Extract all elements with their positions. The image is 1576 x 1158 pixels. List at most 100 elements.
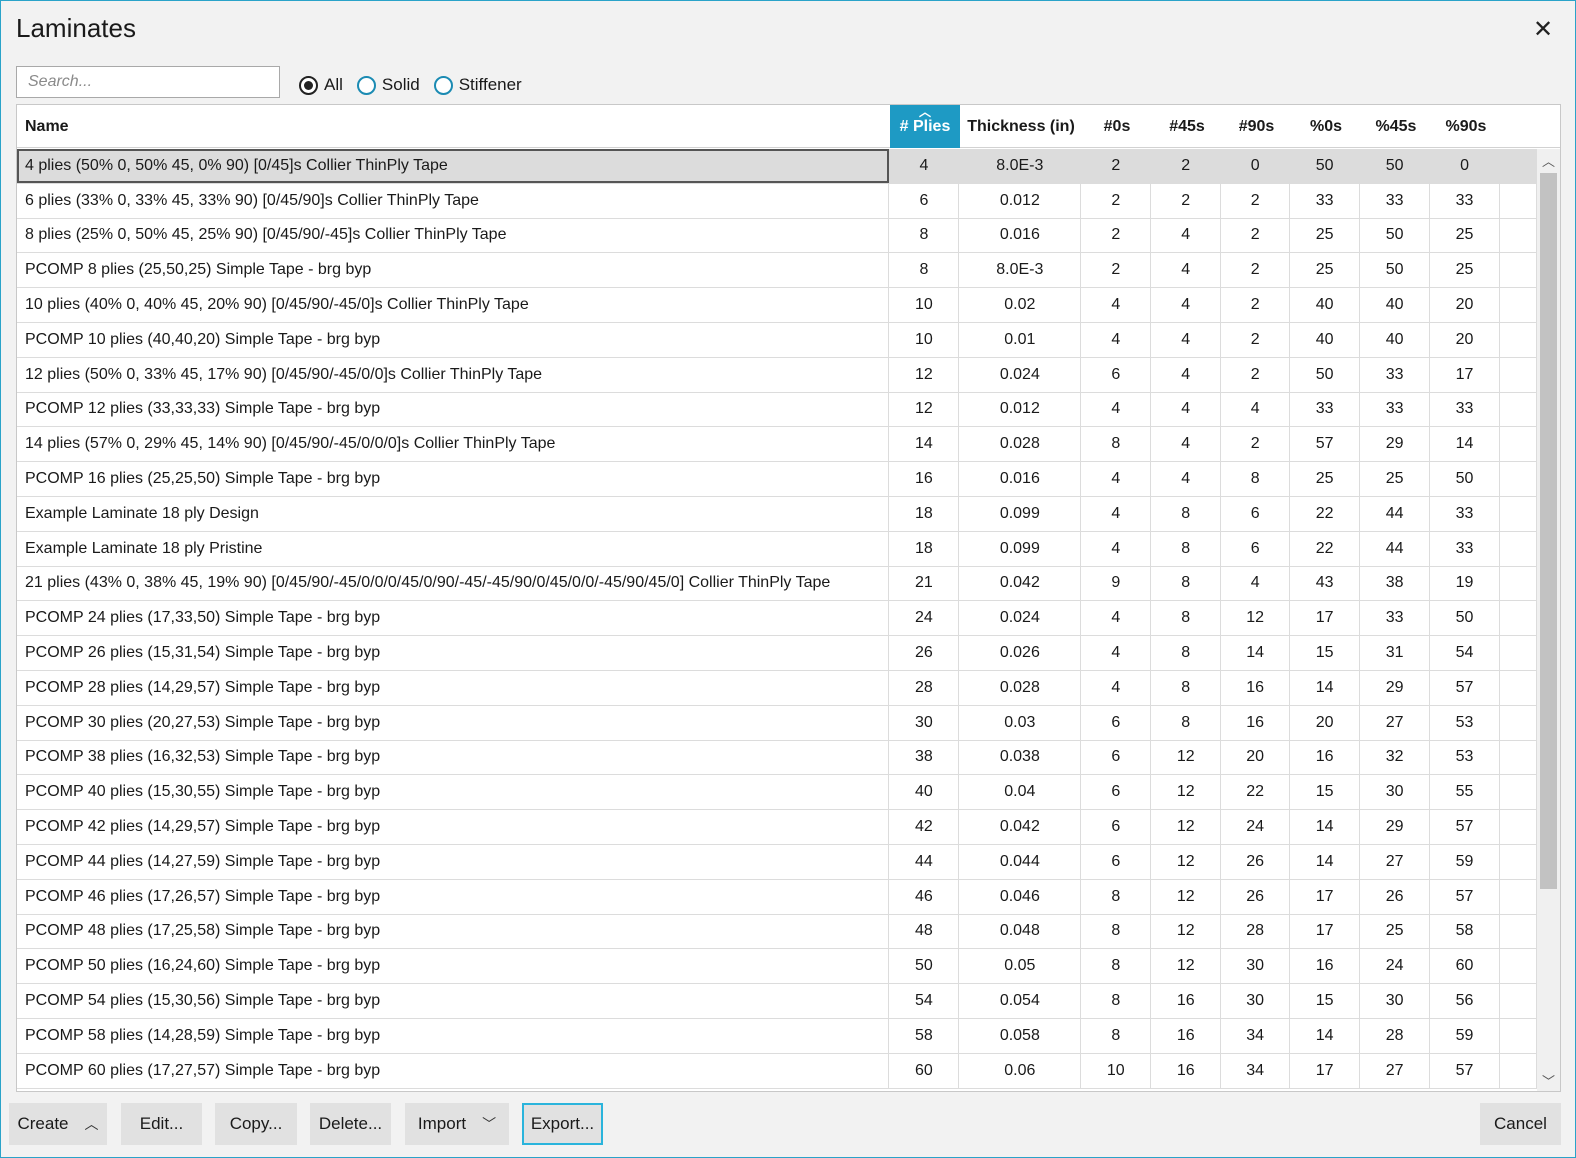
cell-filler (1500, 531, 1537, 566)
cell-num-90s: 34 (1221, 1053, 1291, 1088)
scrollbar-thumb[interactable] (1540, 173, 1557, 889)
column-header-num-90s[interactable]: #90s (1222, 105, 1291, 148)
cell-filler (1500, 775, 1537, 810)
table-row[interactable]: Example Laminate 18 ply Design 18 0.099 4 8 6… (17, 496, 1537, 532)
copy-button[interactable]: Copy... (215, 1103, 297, 1145)
cell-pct-45s: 32 (1360, 740, 1431, 775)
column-header-num-0s[interactable]: #0s (1082, 105, 1152, 148)
table-row[interactable]: PCOMP 42 plies (14,29,57) Simple Tape - … (17, 810, 1537, 845)
cell-num-45s: 8 (1151, 636, 1222, 670)
table-row[interactable]: PCOMP 44 plies (14,27,59) Simple Tape - … (17, 844, 1537, 880)
search-input[interactable] (16, 66, 280, 98)
table-row[interactable]: PCOMP 28 plies (14,29,57) Simple Tape - … (17, 670, 1537, 706)
close-icon: ✕ (1532, 15, 1554, 43)
cell-num-45s: 12 (1151, 810, 1222, 844)
cell-num-0s: 4 (1081, 288, 1152, 322)
table-row[interactable]: PCOMP 26 plies (15,31,54) Simple Tape - … (17, 636, 1537, 671)
table-row[interactable]: PCOMP 8 plies (25,50,25) Simple Tape - b… (17, 253, 1537, 289)
cell-pct-90s: 57 (1430, 1053, 1501, 1088)
table-row[interactable]: PCOMP 58 plies (14,28,59) Simple Tape - … (17, 1018, 1537, 1054)
table-row[interactable]: PCOMP 12 plies (33,33,33) Simple Tape - … (17, 392, 1537, 428)
cell-filler (1500, 844, 1537, 879)
export-button[interactable]: Export... (522, 1103, 603, 1145)
cell-pct-45s: 26 (1360, 879, 1431, 914)
radio-unchecked-icon (433, 75, 453, 95)
delete-button[interactable]: Delete... (310, 1103, 391, 1145)
cell-num-0s: 2 (1081, 183, 1152, 218)
cell-pct-0s: 14 (1290, 1018, 1361, 1053)
filter-solid-radio[interactable]: Solid (356, 75, 420, 95)
table-row[interactable]: PCOMP 50 plies (16,24,60) Simple Tape - … (17, 949, 1537, 985)
create-button-label: Create (17, 1114, 69, 1133)
table-row[interactable]: 14 plies (57% 0, 29% 45, 14% 90) [0/45/9… (17, 427, 1537, 463)
chevron-down-icon[interactable]: ﹀ (1537, 1069, 1560, 1091)
table-row[interactable]: PCOMP 38 plies (16,32,53) Simple Tape - … (17, 740, 1537, 776)
cell-pct-90s: 0 (1430, 149, 1501, 183)
cell-num-45s: 4 (1151, 322, 1222, 357)
cell-num-45s: 8 (1151, 601, 1222, 636)
cell-plies: 38 (889, 740, 960, 775)
cell-pct-90s: 59 (1430, 844, 1501, 879)
cell-filler (1500, 462, 1537, 496)
cell-plies: 40 (889, 775, 960, 810)
cell-name: PCOMP 24 plies (17,33,50) Simple Tape - … (17, 601, 890, 636)
column-header-num-45s[interactable]: #45s (1152, 105, 1222, 148)
cell-pct-45s: 50 (1360, 253, 1431, 288)
cell-pct-0s: 14 (1290, 844, 1361, 879)
column-header-pct-45s[interactable]: %45s (1361, 105, 1431, 148)
cell-num-0s: 6 (1081, 740, 1152, 775)
table-row[interactable]: PCOMP 40 plies (15,30,55) Simple Tape - … (17, 775, 1537, 811)
cell-pct-45s: 33 (1360, 392, 1431, 427)
table-row[interactable]: PCOMP 24 plies (17,33,50) Simple Tape - … (17, 601, 1537, 637)
cell-thickness: 0.016 (959, 462, 1082, 496)
cell-name: PCOMP 28 plies (14,29,57) Simple Tape - … (17, 670, 890, 705)
cell-num-0s: 4 (1081, 392, 1152, 427)
cell-pct-90s: 19 (1430, 566, 1501, 601)
column-header-name[interactable]: Name (17, 105, 890, 148)
table-row[interactable]: PCOMP 10 plies (40,40,20) Simple Tape - … (17, 322, 1537, 358)
cell-num-45s: 2 (1151, 149, 1222, 183)
table-row[interactable]: 12 plies (50% 0, 33% 45, 17% 90) [0/45/9… (17, 357, 1537, 393)
column-header-plies[interactable]: ︿ # Plies (890, 105, 960, 148)
cell-num-45s: 8 (1151, 566, 1222, 601)
table-row[interactable]: PCOMP 46 plies (17,26,57) Simple Tape - … (17, 879, 1537, 915)
cell-num-0s: 4 (1081, 636, 1152, 670)
chevron-up-icon: ︿ (84, 1116, 99, 1132)
cell-name: 21 plies (43% 0, 38% 45, 19% 90) [0/45/9… (17, 566, 890, 601)
cell-filler (1500, 810, 1537, 844)
cell-num-90s: 30 (1221, 984, 1291, 1018)
column-header-pct-0s[interactable]: %0s (1291, 105, 1361, 148)
filter-all-radio[interactable]: All (299, 75, 343, 95)
cell-pct-0s: 50 (1290, 149, 1361, 183)
table-row[interactable]: 10 plies (40% 0, 40% 45, 20% 90) [0/45/9… (17, 288, 1537, 323)
table-row[interactable]: 4 plies (50% 0, 50% 45, 0% 90) [0/45]s C… (17, 149, 1537, 184)
chevron-up-icon[interactable]: ︿ (1537, 149, 1560, 171)
table-row[interactable]: PCOMP 54 plies (15,30,56) Simple Tape - … (17, 984, 1537, 1019)
column-header-thickness[interactable]: Thickness (in) (960, 105, 1082, 148)
close-button[interactable]: ✕ (1527, 13, 1559, 45)
cell-name: 4 plies (50% 0, 50% 45, 0% 90) [0/45]s C… (17, 149, 890, 183)
table-row[interactable]: 21 plies (43% 0, 38% 45, 19% 90) [0/45/9… (17, 566, 1537, 602)
table-row[interactable]: Example Laminate 18 ply Pristine 18 0.099 4… (17, 531, 1537, 567)
cell-pct-90s: 33 (1430, 183, 1501, 218)
cell-num-90s: 34 (1221, 1018, 1291, 1053)
table-row[interactable]: PCOMP 48 plies (17,25,58) Simple Tape - … (17, 914, 1537, 950)
import-button[interactable]: Import ﹀ (405, 1103, 509, 1145)
cancel-button[interactable]: Cancel (1480, 1103, 1561, 1145)
filter-stiffener-radio[interactable]: Stiffener (433, 75, 522, 95)
table-row[interactable]: 8 plies (25% 0, 50% 45, 25% 90) [0/45/90… (17, 218, 1537, 254)
cell-thickness: 0.042 (959, 566, 1082, 601)
cell-pct-90s: 58 (1430, 914, 1501, 949)
table-row[interactable]: 6 plies (33% 0, 33% 45, 33% 90) [0/45/90… (17, 183, 1537, 219)
cell-name: PCOMP 42 plies (14,29,57) Simple Tape - … (17, 810, 890, 844)
table-row[interactable]: PCOMP 16 plies (25,25,50) Simple Tape - … (17, 462, 1537, 497)
table-row[interactable]: PCOMP 30 plies (20,27,53) Simple Tape - … (17, 705, 1537, 741)
cell-plies: 60 (889, 1053, 960, 1088)
cell-num-45s: 8 (1151, 670, 1222, 705)
edit-button[interactable]: Edit... (121, 1103, 202, 1145)
create-button[interactable]: Create ︿ (9, 1103, 107, 1145)
vertical-scrollbar[interactable]: ︿ ﹀ (1537, 149, 1560, 1091)
cell-num-0s: 4 (1081, 462, 1152, 496)
table-row[interactable]: PCOMP 60 plies (17,27,57) Simple Tape - … (17, 1053, 1537, 1089)
column-header-pct-90s[interactable]: %90s (1431, 105, 1501, 148)
